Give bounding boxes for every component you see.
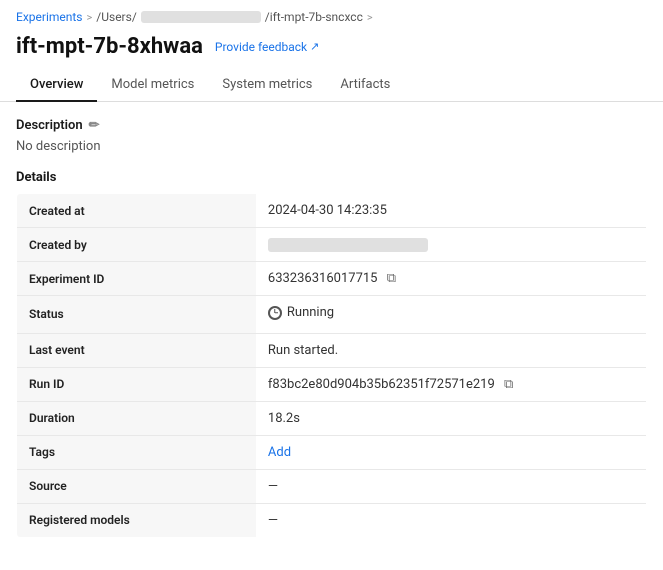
table-row: Registered models —	[17, 503, 647, 537]
page-title-row: ift-mpt-7b-8xhwaa Provide feedback ↗	[0, 30, 663, 69]
breadcrumb-experiments[interactable]: Experiments	[16, 10, 83, 24]
status-badge: Running	[268, 305, 334, 320]
table-row: Duration 18.2s	[17, 401, 647, 435]
table-row: Tags Add	[17, 435, 647, 469]
page-title: ift-mpt-7b-8xhwaa	[16, 34, 203, 59]
run-id-value: f83bc2e80d904b35b62351f72571e219	[268, 377, 495, 392]
row-key-experiment-id: Experiment ID	[17, 262, 256, 296]
row-value-experiment-id: 633236316017715 ⧉	[256, 262, 647, 296]
breadcrumb-blurred	[141, 11, 261, 23]
row-key-created-by: Created by	[17, 228, 256, 262]
table-row: Created by	[17, 228, 647, 262]
row-value-created-by	[256, 228, 647, 262]
tab-artifacts[interactable]: Artifacts	[326, 69, 404, 102]
row-key-registered-models: Registered models	[17, 503, 256, 537]
table-row: Source —	[17, 469, 647, 503]
copy-experiment-id-icon[interactable]: ⧉	[387, 271, 396, 286]
tab-model-metrics[interactable]: Model metrics	[97, 69, 208, 102]
row-value-duration: 18.2s	[256, 401, 647, 435]
edit-icon[interactable]: ✏	[89, 118, 100, 133]
tab-overview[interactable]: Overview	[16, 69, 97, 102]
copy-run-id-icon[interactable]: ⧉	[504, 377, 513, 392]
experiment-id-value: 633236316017715	[268, 271, 378, 286]
row-value-source: —	[256, 469, 647, 503]
row-value-last-event: Run started.	[256, 333, 647, 367]
row-key-created-at: Created at	[17, 194, 256, 228]
description-section-title: Description ✏	[16, 118, 647, 133]
breadcrumb-sep1: >	[87, 11, 93, 24]
created-by-blurred	[268, 238, 428, 252]
main-content: Description ✏ No description Details Cre…	[0, 102, 663, 554]
row-value-registered-models: —	[256, 503, 647, 537]
row-value-run-id: f83bc2e80d904b35b62351f72571e219 ⧉	[256, 367, 647, 401]
breadcrumb-sep2: >	[367, 11, 373, 24]
row-value-status: Running	[256, 296, 647, 334]
feedback-label: Provide feedback	[215, 40, 307, 54]
no-description-text: No description	[16, 139, 647, 154]
status-text: Running	[287, 305, 334, 320]
row-value-tags: Add	[256, 435, 647, 469]
add-tags-link[interactable]: Add	[268, 445, 291, 460]
row-value-created-at: 2024-04-30 14:23:35	[256, 194, 647, 228]
details-section-title: Details	[16, 170, 647, 185]
table-row: Status Running	[17, 296, 647, 334]
table-row: Created at 2024-04-30 14:23:35	[17, 194, 647, 228]
table-row: Last event Run started.	[17, 333, 647, 367]
row-key-source: Source	[17, 469, 256, 503]
breadcrumb-users: /Users/	[96, 10, 137, 24]
external-link-icon: ↗	[310, 40, 319, 53]
description-label: Description	[16, 118, 83, 133]
row-key-run-id: Run ID	[17, 367, 256, 401]
row-key-status: Status	[17, 296, 256, 334]
feedback-link[interactable]: Provide feedback ↗	[215, 40, 320, 54]
row-key-tags: Tags	[17, 435, 256, 469]
breadcrumb: Experiments > /Users/ /ift-mpt-7b-sncxcc…	[0, 0, 663, 30]
details-table: Created at 2024-04-30 14:23:35 Created b…	[16, 193, 647, 538]
breadcrumb-run: /ift-mpt-7b-sncxcc	[265, 10, 363, 24]
table-row: Run ID f83bc2e80d904b35b62351f72571e219 …	[17, 367, 647, 401]
tab-bar: Overview Model metrics System metrics Ar…	[0, 69, 663, 102]
status-clock-icon	[268, 306, 282, 320]
row-key-duration: Duration	[17, 401, 256, 435]
row-key-last-event: Last event	[17, 333, 256, 367]
tab-system-metrics[interactable]: System metrics	[208, 69, 326, 102]
table-row: Experiment ID 633236316017715 ⧉	[17, 262, 647, 296]
